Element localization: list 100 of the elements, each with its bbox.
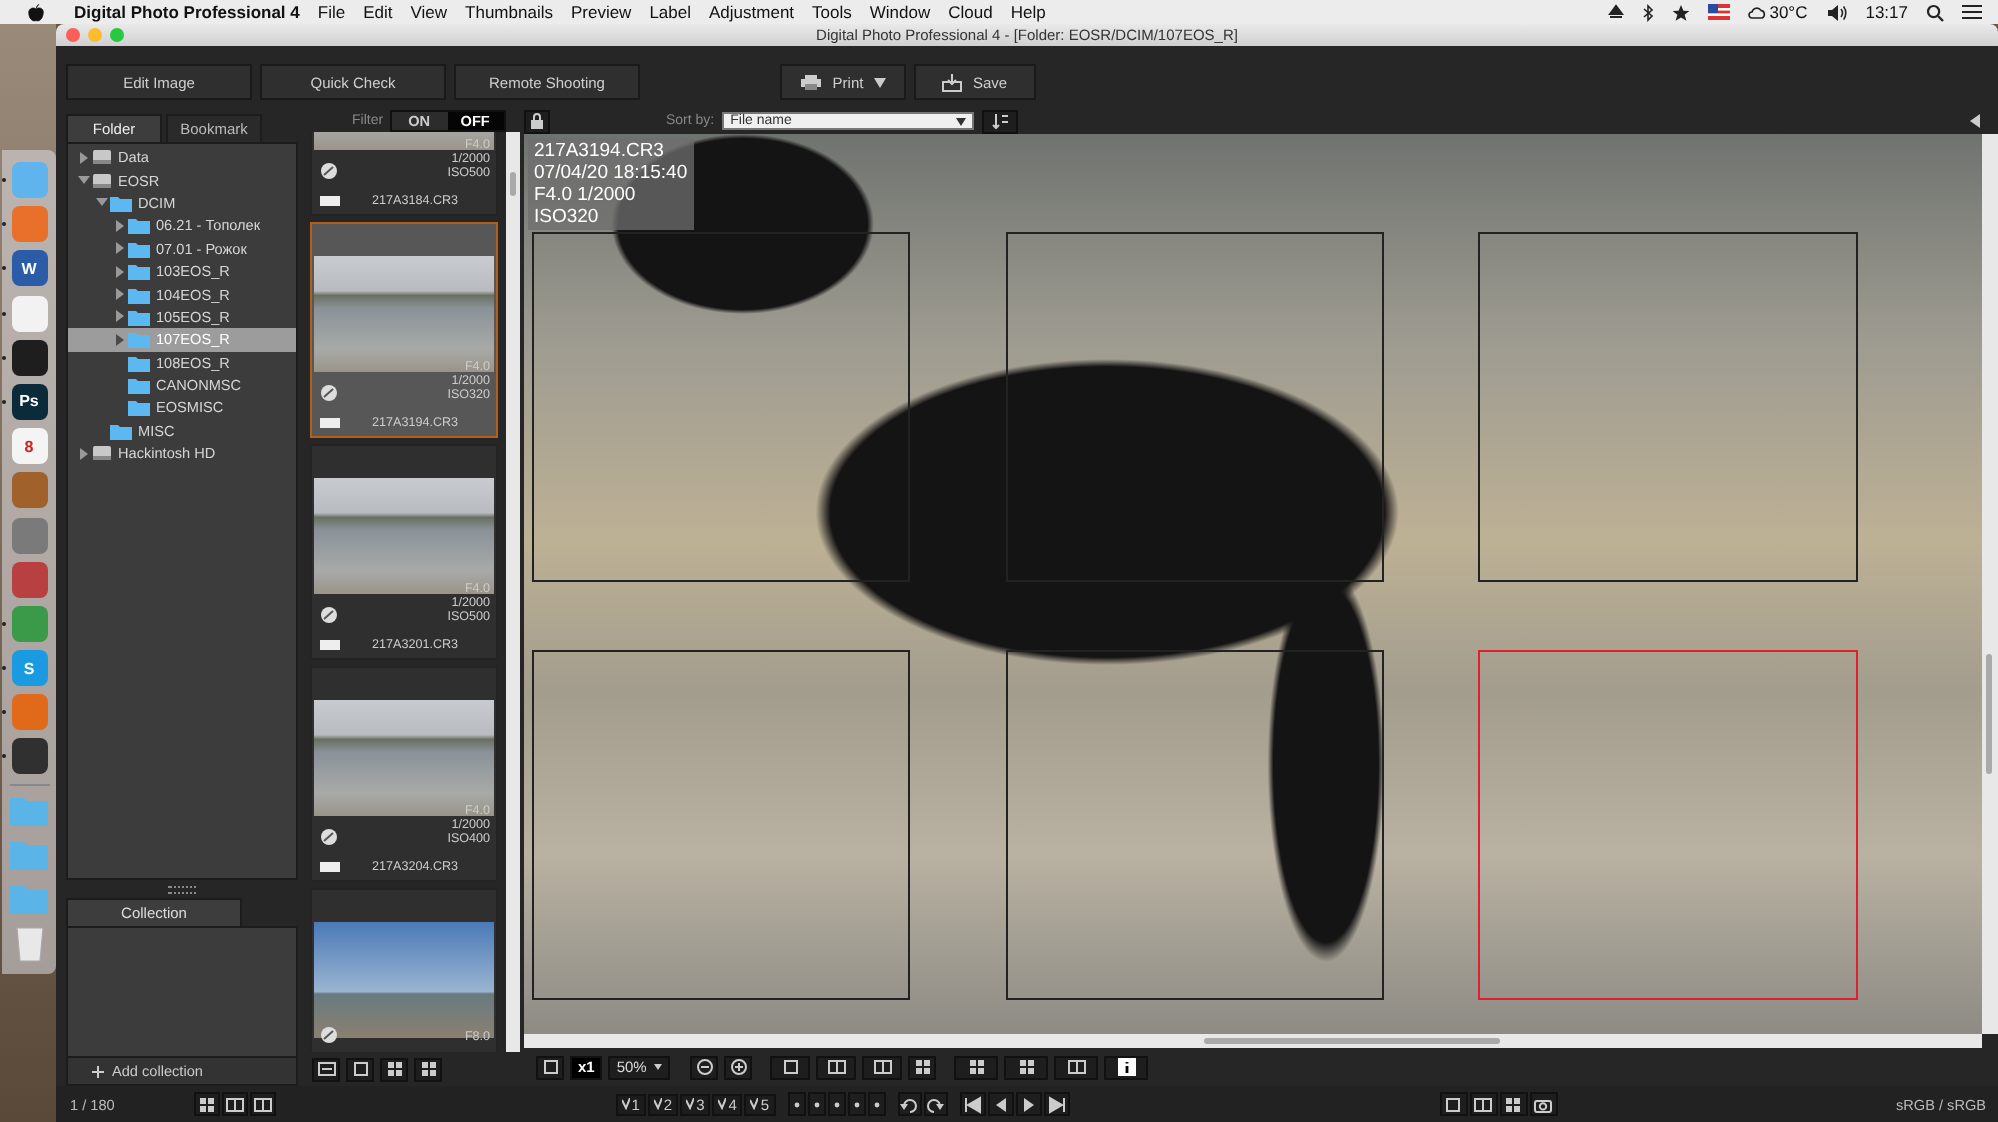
info-icon — [1117, 1058, 1136, 1076]
grid-overlay-button[interactable] — [908, 1055, 937, 1079]
expanded-arrow-icon[interactable] — [76, 172, 92, 189]
eject-icon[interactable] — [1607, 4, 1624, 20]
scrollbar[interactable] — [1982, 134, 1998, 1034]
first-image-button[interactable] — [959, 1092, 986, 1116]
previous-image-button[interactable] — [987, 1092, 1014, 1116]
large-grid-view-button[interactable] — [414, 1057, 442, 1081]
collapsed-arrow-icon[interactable] — [112, 240, 128, 257]
expanded-arrow-icon[interactable] — [94, 194, 110, 211]
grid-view-button[interactable] — [380, 1057, 408, 1081]
star-rating-button[interactable] — [807, 1092, 826, 1116]
app-icon[interactable]: W — [11, 250, 47, 287]
first-image-icon — [963, 1095, 982, 1113]
split-view-button[interactable] — [862, 1055, 903, 1079]
temperature-text[interactable]: 30°C — [1769, 2, 1808, 22]
flag-icon[interactable] — [1707, 4, 1730, 20]
app-icon[interactable] — [11, 339, 47, 376]
scrollbar[interactable] — [506, 132, 520, 1052]
app-icon[interactable] — [11, 738, 47, 775]
menu-item[interactable]: Help — [1010, 2, 1046, 22]
star-rating-button[interactable] — [827, 1092, 846, 1116]
highlight-button[interactable] — [1004, 1055, 1049, 1079]
exposure-warning-button[interactable] — [1054, 1055, 1099, 1079]
caret-icon — [873, 77, 886, 87]
grid-overlay-icon — [913, 1058, 932, 1076]
collapsed-arrow-icon[interactable] — [112, 331, 128, 348]
lock-button[interactable] — [524, 109, 550, 133]
raw-view-button[interactable] — [312, 1057, 340, 1081]
next-image-button[interactable] — [1015, 1092, 1042, 1116]
sort-order-button[interactable] — [982, 109, 1019, 133]
zoom-out-button[interactable] — [690, 1055, 719, 1079]
menu-item[interactable]: Preview — [570, 2, 632, 22]
collapsed-arrow-icon[interactable] — [76, 445, 92, 462]
collapsed-arrow-icon[interactable] — [112, 217, 128, 234]
search-icon[interactable] — [1926, 3, 1944, 21]
weather-icon[interactable] — [1747, 4, 1766, 20]
camera-button[interactable] — [1529, 1092, 1558, 1116]
fit-to-screen-button[interactable] — [536, 1055, 564, 1079]
lens-icon — [320, 828, 338, 846]
collapsed-arrow-icon[interactable] — [112, 263, 128, 280]
menu-item[interactable]: Edit — [363, 2, 393, 22]
fullscreen-button[interactable] — [1499, 1092, 1528, 1116]
lens-icon — [320, 162, 338, 180]
rotate-right-icon — [926, 1095, 945, 1113]
menu-item[interactable]: Thumbnails — [465, 2, 553, 22]
folder-icon — [128, 376, 150, 395]
rotate-left-button[interactable] — [897, 1092, 922, 1116]
info-button[interactable] — [1104, 1055, 1149, 1079]
apple-logo-icon[interactable] — [28, 3, 44, 21]
menu-item[interactable]: Label — [649, 2, 692, 22]
compare-button[interactable] — [816, 1055, 857, 1079]
grid-view-icon — [385, 1060, 403, 1078]
folder-icon — [110, 421, 132, 440]
grid-button[interactable] — [954, 1055, 999, 1079]
menu-item[interactable]: View — [410, 2, 448, 22]
zoom-out-icon — [695, 1058, 714, 1076]
preview-view-button[interactable] — [250, 1092, 277, 1116]
last-image-button[interactable] — [1043, 1092, 1070, 1116]
rotate-right-button[interactable] — [923, 1092, 948, 1116]
collapsed-arrow-icon[interactable] — [112, 286, 128, 303]
lens-icon — [320, 606, 338, 624]
folder-icon — [128, 285, 150, 304]
sort-order-icon — [991, 112, 1010, 130]
navigator-button[interactable] — [1469, 1092, 1498, 1116]
app-icon[interactable]: 8 — [11, 428, 47, 465]
menu-item[interactable]: Adjustment — [709, 2, 795, 22]
collapsed-arrow-icon[interactable] — [112, 308, 128, 325]
single-view-button[interactable] — [346, 1057, 374, 1081]
rotate-left-icon — [900, 1095, 919, 1113]
resize-handle[interactable] — [168, 885, 196, 893]
save-icon — [942, 73, 963, 91]
grid-view-button[interactable] — [194, 1092, 221, 1116]
grid-view-icon — [198, 1095, 217, 1113]
volume-icon[interactable] — [1825, 3, 1848, 21]
histogram-button[interactable] — [1439, 1092, 1468, 1116]
collapse-arrow-icon[interactable] — [1970, 114, 1982, 128]
menu-item[interactable]: Tools — [812, 2, 852, 22]
list-view-icon — [226, 1095, 245, 1113]
star-rating-button[interactable] — [847, 1092, 866, 1116]
caret-icon — [956, 117, 967, 125]
star-rating-button[interactable] — [787, 1092, 806, 1116]
star-rating-button[interactable] — [867, 1092, 886, 1116]
list-view-button[interactable] — [222, 1092, 249, 1116]
bluetooth-icon[interactable] — [1641, 3, 1654, 21]
menu-item[interactable]: Window — [869, 2, 931, 22]
navigator-icon — [1474, 1095, 1493, 1113]
af-point-button[interactable] — [770, 1055, 811, 1079]
zoom-in-button[interactable] — [724, 1055, 753, 1079]
scrollbar[interactable] — [524, 1034, 1982, 1048]
menu-item[interactable]: File — [317, 2, 346, 22]
preview-view-icon — [254, 1095, 273, 1113]
menu-icon[interactable] — [1962, 4, 1982, 20]
clock-text[interactable]: 13:17 — [1865, 2, 1908, 22]
collapsed-arrow-icon[interactable] — [76, 149, 92, 166]
star-icon[interactable] — [1671, 3, 1690, 21]
app-icon[interactable]: Ps — [11, 383, 47, 420]
app-name[interactable]: Digital Photo Professional 4 — [74, 2, 300, 22]
check-icon — [686, 1098, 695, 1110]
menu-item[interactable]: Cloud — [948, 2, 993, 22]
